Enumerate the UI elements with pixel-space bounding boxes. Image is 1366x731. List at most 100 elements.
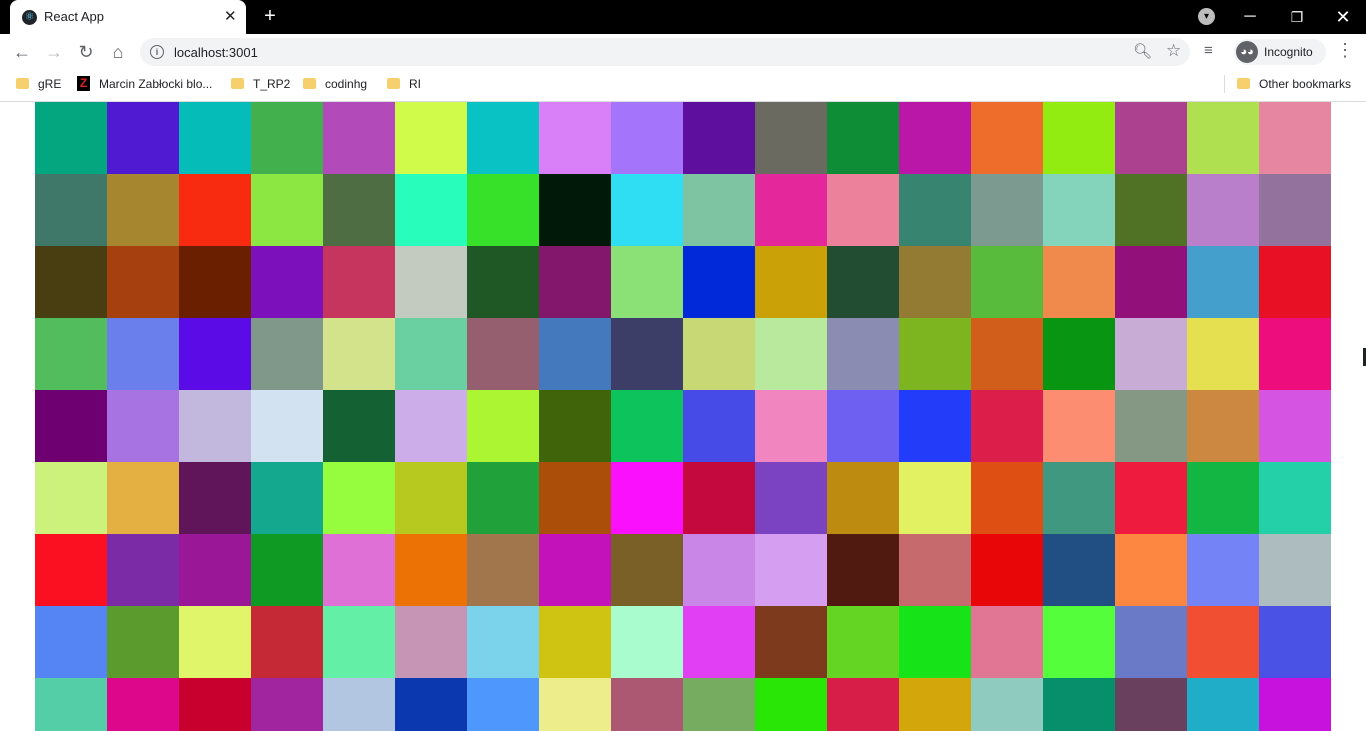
site-favicon-icon: Z <box>77 76 90 91</box>
home-icon[interactable]: ⌂ <box>106 40 130 64</box>
menu-kebab-icon[interactable]: ⋮ <box>1336 40 1354 61</box>
color-cell <box>107 678 179 731</box>
minimize-window-button[interactable]: ─ <box>1230 4 1270 30</box>
color-cell <box>467 174 539 246</box>
color-cell <box>1043 390 1115 462</box>
color-cell <box>107 318 179 390</box>
tab-title: React App <box>44 9 104 24</box>
color-cell <box>1259 462 1331 534</box>
color-cell <box>35 390 107 462</box>
folder-icon <box>387 78 400 89</box>
bookmark-label: RI <box>409 77 421 91</box>
color-cell <box>539 534 611 606</box>
color-cell <box>1115 462 1187 534</box>
color-cell <box>611 678 683 731</box>
color-cell <box>467 606 539 678</box>
color-cell <box>683 390 755 462</box>
color-cell <box>107 246 179 318</box>
color-cell <box>251 678 323 731</box>
color-cell <box>179 246 251 318</box>
color-cell <box>1187 102 1259 174</box>
site-info-icon[interactable]: i <box>150 45 164 59</box>
color-cell <box>107 390 179 462</box>
bookmark-label: Marcin Zabłocki blo... <box>99 77 213 91</box>
color-cell <box>107 102 179 174</box>
color-cell <box>467 390 539 462</box>
color-cell <box>755 246 827 318</box>
color-cell <box>467 462 539 534</box>
bookmark-codinhg[interactable]: codinhg <box>303 75 373 93</box>
color-cell <box>251 246 323 318</box>
bookmark-star-icon[interactable]: ☆ <box>1166 41 1181 61</box>
color-cell <box>251 174 323 246</box>
address-bar[interactable]: i localhost:3001 🔍︎ ☆ <box>140 38 1190 66</box>
color-cell <box>395 462 467 534</box>
color-cell <box>1187 534 1259 606</box>
color-cell <box>611 390 683 462</box>
color-cell <box>1115 102 1187 174</box>
bookmark-ri[interactable]: RI <box>387 75 427 93</box>
color-cell <box>539 678 611 731</box>
folder-icon <box>16 78 29 89</box>
bookmarks-bar: gRE Z Marcin Zabłocki blo... T_RP2 codin… <box>0 70 1366 98</box>
color-cell <box>179 606 251 678</box>
bookmarks-divider <box>1224 75 1225 93</box>
color-cell <box>35 318 107 390</box>
media-queue-icon[interactable]: ≡ <box>1204 42 1213 59</box>
browser-toolbar: ← → ↻ ⌂ i localhost:3001 🔍︎ ☆ ≡ ◕◕ Incog… <box>0 34 1366 70</box>
color-cell <box>683 678 755 731</box>
other-bookmarks[interactable]: Other bookmarks <box>1237 75 1357 93</box>
color-cell <box>1115 174 1187 246</box>
color-cell <box>35 606 107 678</box>
color-cell <box>1259 606 1331 678</box>
color-cell <box>1187 606 1259 678</box>
browser-tab[interactable]: ⚛ React App ✕ <box>10 0 246 34</box>
color-cell <box>251 462 323 534</box>
color-cell <box>971 318 1043 390</box>
color-cell <box>467 534 539 606</box>
zoom-icon[interactable]: 🔍︎ <box>1133 42 1152 60</box>
new-tab-button[interactable]: + <box>258 4 282 28</box>
color-cell <box>899 246 971 318</box>
color-cell <box>1043 246 1115 318</box>
color-cell <box>683 606 755 678</box>
color-cell <box>467 318 539 390</box>
color-cell <box>611 606 683 678</box>
color-cell <box>1043 102 1115 174</box>
color-cell <box>395 246 467 318</box>
color-cell <box>35 462 107 534</box>
color-cell <box>755 534 827 606</box>
color-cell <box>539 318 611 390</box>
bookmark-label: codinhg <box>325 77 368 91</box>
reload-icon[interactable]: ↻ <box>74 40 98 64</box>
folder-icon <box>303 78 316 89</box>
bookmark-t-rp2[interactable]: T_RP2 <box>231 75 291 93</box>
color-cell <box>1187 318 1259 390</box>
bookmark-marcin-zablocki[interactable]: Z Marcin Zabłocki blo... <box>77 75 217 93</box>
tab-strip: ⚛ React App ✕ + ▾ ─ ❐ ✕ <box>0 0 1366 34</box>
color-cell <box>755 318 827 390</box>
color-cell <box>755 174 827 246</box>
color-cell <box>395 318 467 390</box>
back-arrow-icon[interactable]: ← <box>10 40 34 64</box>
color-cell <box>179 390 251 462</box>
folder-icon <box>231 78 244 89</box>
address-url[interactable]: localhost:3001 <box>174 45 258 60</box>
forward-arrow-icon[interactable]: → <box>42 40 66 64</box>
color-cell <box>1043 678 1115 731</box>
tab-close-icon[interactable]: ✕ <box>224 8 237 25</box>
tab-search-icon[interactable]: ▾ <box>1198 8 1215 25</box>
color-cell <box>683 246 755 318</box>
color-cell <box>179 678 251 731</box>
color-cell <box>1043 534 1115 606</box>
color-cell <box>395 678 467 731</box>
color-cell <box>899 174 971 246</box>
close-window-button[interactable]: ✕ <box>1323 4 1363 30</box>
bookmark-gre[interactable]: gRE <box>16 75 66 93</box>
color-cell <box>755 678 827 731</box>
color-cell <box>251 390 323 462</box>
restore-window-button[interactable]: ❐ <box>1277 4 1317 30</box>
color-cell <box>611 246 683 318</box>
incognito-profile-button[interactable]: ◕◕ Incognito <box>1234 39 1326 65</box>
color-cell <box>35 102 107 174</box>
